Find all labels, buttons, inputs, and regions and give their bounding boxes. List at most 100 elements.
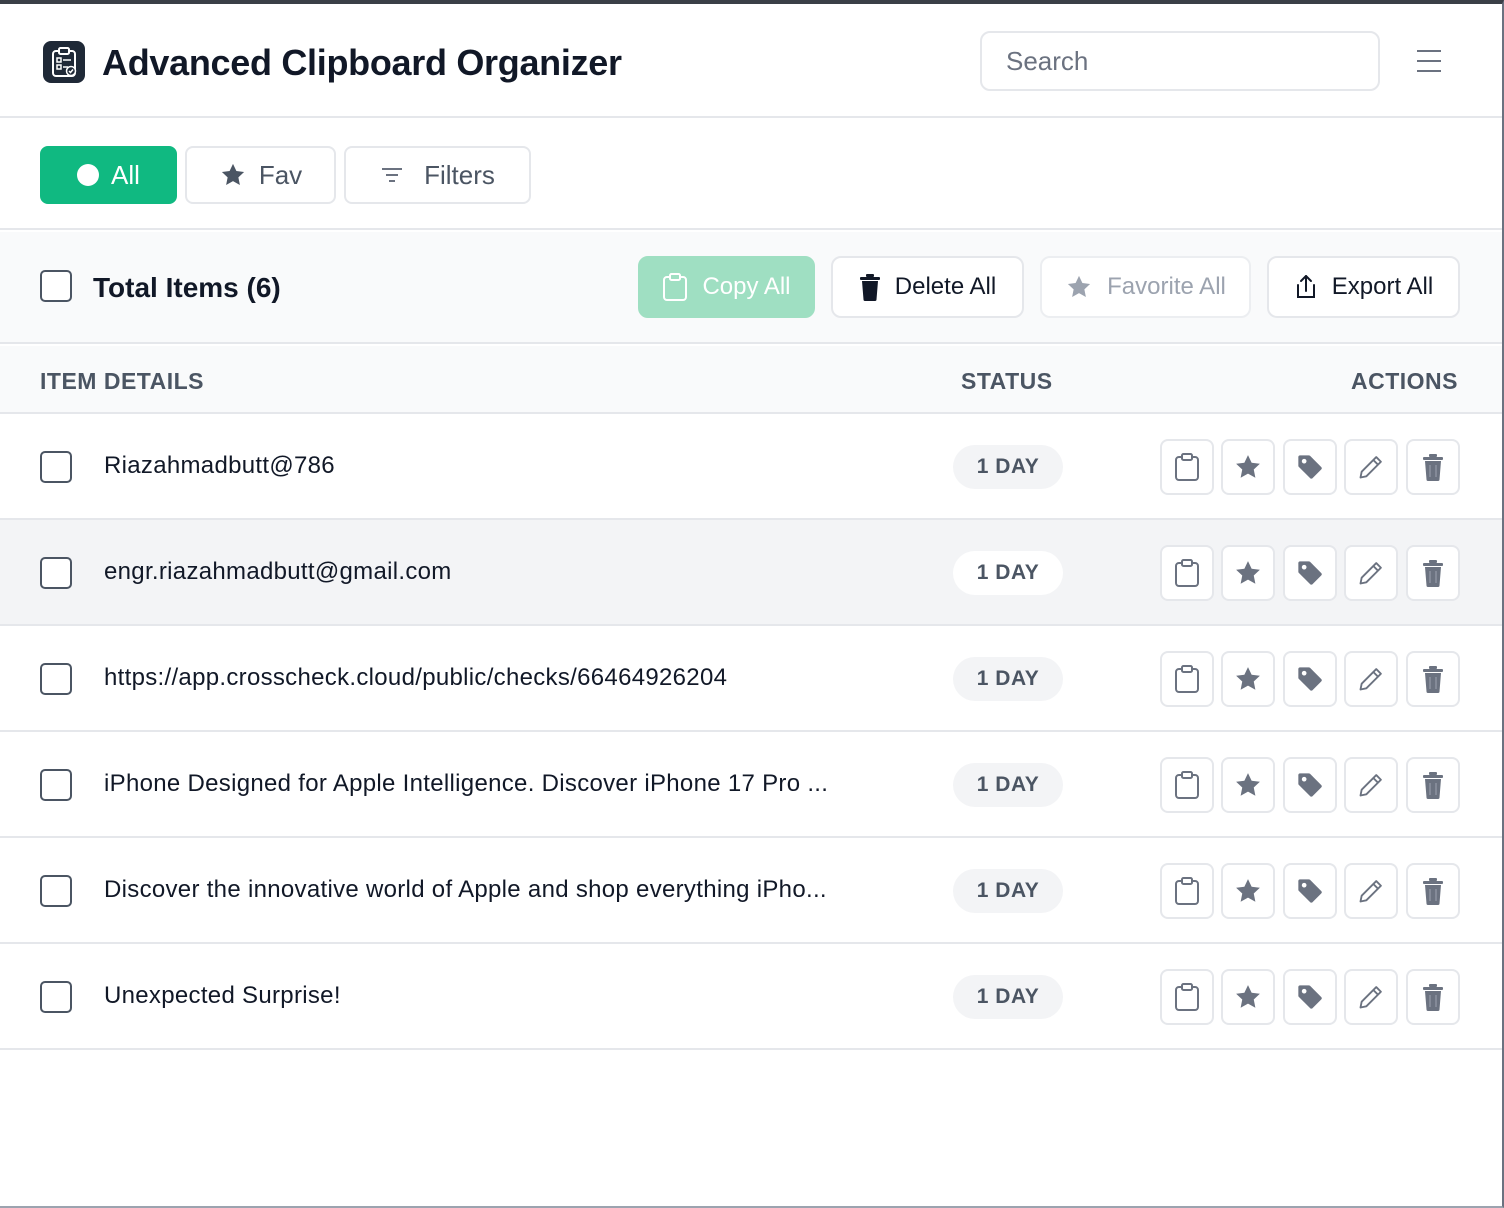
star-icon [1236, 561, 1260, 584]
delete-item-button[interactable] [1406, 545, 1460, 601]
tab-all[interactable]: All [40, 146, 177, 204]
trash-icon [1423, 666, 1443, 693]
tab-fav-label: Fav [258, 159, 303, 190]
app-header: Advanced Clipboard Organizer [0, 4, 1502, 118]
tag-icon [1298, 985, 1322, 1009]
pencil-icon [1359, 880, 1382, 903]
tag-item-button[interactable] [1283, 863, 1337, 919]
tag-icon [1298, 455, 1322, 479]
tag-item-button[interactable] [1283, 757, 1337, 813]
row-checkbox[interactable] [40, 769, 72, 801]
favorite-all-label: Favorite All [1107, 273, 1226, 300]
trash-icon [1423, 560, 1443, 587]
clipboard-icon [1175, 453, 1199, 481]
trash-icon [1423, 984, 1443, 1011]
status-badge: 1 DAY [953, 551, 1063, 595]
edit-item-button[interactable] [1344, 545, 1398, 601]
column-actions: ACTIONS [1351, 368, 1458, 394]
clipboard-icon [1175, 665, 1199, 693]
item-text[interactable]: Discover the innovative world of Apple a… [104, 876, 827, 904]
trash-icon [1423, 878, 1443, 905]
tag-item-button[interactable] [1283, 969, 1337, 1025]
filter-icon [382, 168, 403, 182]
favorite-item-button[interactable] [1221, 545, 1275, 601]
clipboard-check-icon [43, 41, 85, 83]
favorite-item-button[interactable] [1221, 969, 1275, 1025]
trash-icon [1423, 772, 1443, 799]
row-checkbox[interactable] [40, 557, 72, 589]
copy-item-button[interactable] [1160, 439, 1214, 495]
edit-item-button[interactable] [1344, 651, 1398, 707]
favorite-item-button[interactable] [1221, 439, 1275, 495]
status-badge: 1 DAY [953, 763, 1063, 807]
table-row: https://app.crosscheck.cloud/public/chec… [0, 626, 1502, 732]
status-badge: 1 DAY [953, 975, 1063, 1019]
row-checkbox[interactable] [40, 875, 72, 907]
tag-icon [1298, 667, 1322, 691]
app-window: Advanced Clipboard Organizer All Fav Fil… [0, 0, 1504, 1208]
item-text[interactable]: https://app.crosscheck.cloud/public/chec… [104, 664, 727, 692]
star-icon [1068, 275, 1091, 298]
clipboard-icon [1175, 559, 1199, 587]
hamburger-menu-icon[interactable] [1412, 50, 1446, 76]
favorite-item-button[interactable] [1221, 651, 1275, 707]
copy-all-button[interactable]: Copy All [638, 256, 815, 318]
favorite-item-button[interactable] [1221, 863, 1275, 919]
share-icon [1296, 275, 1315, 298]
delete-item-button[interactable] [1406, 757, 1460, 813]
item-text[interactable]: Riazahmadbutt@786 [104, 452, 335, 480]
copy-item-button[interactable] [1160, 545, 1214, 601]
filter-tabs: All Fav Filters [0, 120, 1502, 230]
copy-all-label: Copy All [702, 273, 791, 300]
pencil-icon [1359, 668, 1382, 691]
table-row: Discover the innovative world of Apple a… [0, 838, 1502, 944]
trash-icon [1423, 454, 1443, 481]
tag-item-button[interactable] [1283, 545, 1337, 601]
bulk-actions-toolbar: Total Items (6) Copy All Delete All Favo… [0, 232, 1502, 344]
app-title: Advanced Clipboard Organizer [102, 42, 622, 83]
delete-item-button[interactable] [1406, 863, 1460, 919]
copy-item-button[interactable] [1160, 651, 1214, 707]
edit-item-button[interactable] [1344, 439, 1398, 495]
export-all-button[interactable]: Export All [1267, 256, 1460, 318]
copy-item-button[interactable] [1160, 969, 1214, 1025]
delete-all-label: Delete All [894, 273, 997, 300]
trash-icon [859, 274, 880, 301]
pencil-icon [1359, 456, 1382, 479]
star-icon [221, 163, 244, 186]
export-all-label: Export All [1331, 273, 1434, 300]
total-items-label: Total Items (6) [93, 272, 281, 303]
delete-item-button[interactable] [1406, 439, 1460, 495]
tag-item-button[interactable] [1283, 439, 1337, 495]
delete-item-button[interactable] [1406, 651, 1460, 707]
tab-fav[interactable]: Fav [185, 146, 336, 204]
star-icon [1236, 773, 1260, 796]
edit-item-button[interactable] [1344, 863, 1398, 919]
item-text[interactable]: Unexpected Surprise! [104, 982, 341, 1010]
copy-item-button[interactable] [1160, 757, 1214, 813]
edit-item-button[interactable] [1344, 757, 1398, 813]
delete-item-button[interactable] [1406, 969, 1460, 1025]
favorite-item-button[interactable] [1221, 757, 1275, 813]
delete-all-button[interactable]: Delete All [831, 256, 1024, 318]
item-text[interactable]: iPhone Designed for Apple Intelligence. … [104, 770, 828, 798]
favorite-all-button[interactable]: Favorite All [1040, 256, 1251, 318]
copy-item-button[interactable] [1160, 863, 1214, 919]
row-checkbox[interactable] [40, 451, 72, 483]
item-text[interactable]: engr.riazahmadbutt@gmail.com [104, 558, 452, 586]
tag-item-button[interactable] [1283, 651, 1337, 707]
star-icon [1236, 667, 1260, 690]
pencil-icon [1359, 986, 1382, 1009]
pencil-icon [1359, 774, 1382, 797]
clipboard-icon [1175, 877, 1199, 905]
edit-item-button[interactable] [1344, 969, 1398, 1025]
row-checkbox[interactable] [40, 663, 72, 695]
star-icon [1236, 879, 1260, 902]
clipboard-icon [1175, 771, 1199, 799]
tab-filters[interactable]: Filters [344, 146, 531, 204]
column-item-details: ITEM DETAILS [40, 368, 205, 394]
tab-all-label: All [111, 159, 140, 190]
select-all-checkbox[interactable] [40, 270, 72, 302]
search-input[interactable] [980, 31, 1380, 91]
row-checkbox[interactable] [40, 981, 72, 1013]
